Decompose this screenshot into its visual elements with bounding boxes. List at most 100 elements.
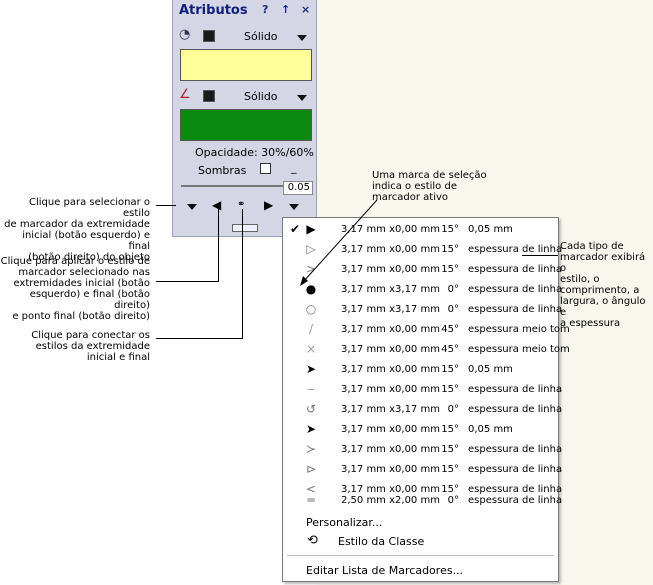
marker-thickness: 0,05 mm [468, 224, 513, 235]
marker-dimensions: 3,17 mm x0,00 mm [341, 344, 440, 355]
marker-item[interactable]: ➤ 3,17 mm x0,00 mm 15° 0,05 mm [283, 420, 558, 440]
pen-icon[interactable]: ∠ [179, 87, 191, 102]
line-color-swatch[interactable] [180, 109, 312, 141]
marker-angle: 45° [441, 324, 459, 335]
marker-angle: 0° [447, 404, 459, 415]
marker-thickness: 0,05 mm [468, 424, 513, 435]
marker-thickness: espessura de linha [468, 284, 563, 295]
marker-preview-icon: ≻ [305, 442, 317, 456]
callout-select-marker: Clique para selecionar o estilo de marca… [4, 197, 150, 263]
marker-thickness: espessura meio tom [468, 324, 570, 335]
marker-preview-icon: ○ [305, 302, 317, 316]
end-marker-right-arrow-icon[interactable]: ▶ [264, 198, 273, 212]
shadows-label: Sombras [198, 164, 247, 177]
edit-marker-list-menu-item[interactable]: Editar Lista de Marcadores... [306, 564, 463, 577]
leader-line [156, 205, 176, 206]
line-row: ∠ Sólido [173, 86, 316, 106]
line-style-label: Sólido [244, 90, 278, 103]
class-style-icon: ⟲ [307, 533, 318, 548]
marker-item[interactable]: ○ 3,17 mm x3,17 mm 0° espessura de linha [283, 300, 562, 320]
fill-color-chip[interactable] [203, 30, 215, 42]
marker-angle: 0° [447, 304, 459, 315]
fill-style-dropdown-icon[interactable] [297, 35, 307, 41]
marker-thickness: espessura meio tom [468, 344, 570, 355]
leader-line [242, 209, 243, 339]
fill-row: ◔ Sólido [173, 26, 316, 46]
class-style-menu-item[interactable]: Estilo da Classe [338, 535, 424, 548]
customize-menu-item[interactable]: Personalizar... [306, 516, 382, 529]
start-marker-left-arrow-icon[interactable]: ◀ [212, 198, 221, 212]
marker-thickness: espessura de linha [468, 384, 563, 395]
help-button[interactable]: ? [262, 3, 268, 16]
marker-item[interactable]: ═ 2,50 mm x2,00 mm 0° espessura de linha [283, 491, 562, 511]
menu-separator [287, 555, 554, 556]
marker-preview-icon: ⊳ [305, 462, 317, 476]
marker-preview-icon: ➤ [305, 422, 317, 436]
marker-angle: 0° [447, 284, 459, 295]
marker-dimensions: 3,17 mm x0,00 mm [341, 444, 440, 455]
marker-preview-icon: ═ [307, 493, 315, 507]
marker-angle: 15° [441, 244, 459, 255]
collapse-tab[interactable] [232, 224, 258, 232]
marker-dimensions: 3,17 mm x0,00 mm [341, 364, 440, 375]
marker-dimensions: 3,17 mm x3,17 mm [341, 304, 440, 315]
marker-thickness: espessura de linha [468, 304, 563, 315]
marker-thickness: espessura de linha [468, 244, 563, 255]
palette-title: Atributos [179, 3, 248, 18]
marker-item[interactable]: ➤ 3,17 mm x0,00 mm 15° 0,05 mm [283, 360, 558, 380]
marker-angle: 15° [441, 424, 459, 435]
marker-angle: 15° [441, 444, 459, 455]
marker-preview-icon: × [305, 342, 317, 356]
marker-angle: 15° [441, 224, 459, 235]
shadows-options-button[interactable]: _ [291, 161, 297, 174]
leader-line [522, 255, 558, 256]
line-thickness-value[interactable]: 0.05 [283, 181, 313, 195]
marker-angle: 45° [441, 344, 459, 355]
marker-thickness: espessura de linha [468, 404, 563, 415]
marker-thickness: 0,05 mm [468, 364, 513, 375]
marker-item[interactable]: ↺ 3,17 mm x3,17 mm 0° espessura de linha [283, 400, 562, 420]
start-marker-dropdown-icon[interactable] [187, 204, 197, 210]
marker-angle: 15° [441, 384, 459, 395]
pin-button[interactable]: ↑ [281, 3, 290, 16]
shadows-checkbox[interactable] [260, 163, 271, 174]
marker-angle: 15° [441, 364, 459, 375]
close-button[interactable]: × [301, 3, 310, 16]
leader-line [218, 209, 219, 282]
marker-dimensions: 3,17 mm x3,17 mm [341, 404, 440, 415]
marker-angle: 15° [441, 264, 459, 275]
marker-dimensions: 2,50 mm x2,00 mm [341, 495, 440, 506]
marker-preview-icon: ‒ [307, 382, 315, 396]
opacity-label[interactable]: Opacidade: 30%/60% [195, 146, 314, 159]
fill-color-swatch[interactable] [180, 49, 312, 81]
marker-dimensions: 3,17 mm x0,00 mm [341, 464, 440, 475]
marker-thickness: espessura de linha [468, 264, 563, 275]
marker-dimensions: 3,17 mm x0,00 mm [341, 384, 440, 395]
marker-item[interactable]: ≻ 3,17 mm x0,00 mm 15° espessura de linh… [283, 440, 562, 460]
marker-item[interactable]: × 3,17 mm x0,00 mm 45° espessura meio to… [283, 340, 570, 360]
marker-preview-icon: / [308, 322, 314, 336]
line-color-chip[interactable] [203, 90, 215, 102]
fill-style-label: Sólido [244, 30, 278, 43]
callout-selection-mark: Uma marca de seleção indica o estilo de … [372, 170, 487, 203]
fill-bucket-icon[interactable]: ◔ [179, 27, 190, 42]
leader-line [156, 338, 242, 339]
marker-dimensions: 3,17 mm x0,00 mm [341, 424, 440, 435]
marker-thickness: espessura de linha [468, 444, 563, 455]
marker-dimensions: 3,17 mm x0,00 mm [341, 324, 440, 335]
marker-preview-icon: ↺ [305, 402, 317, 416]
marker-angle: 0° [447, 495, 459, 506]
leader-line [156, 281, 218, 282]
marker-thickness: espessura de linha [468, 495, 563, 506]
marker-preview-icon: ➤ [305, 362, 317, 376]
callout-connect-styles: Clique para conectar os estilos da extre… [31, 330, 150, 363]
line-style-dropdown-icon[interactable] [297, 95, 307, 101]
palette-titlebar: Atributos ? ↑ × [173, 0, 316, 22]
callout-apply-marker: Clique para aplicar o estilo de marcador… [0, 256, 150, 322]
line-thickness-slider[interactable] [181, 185, 285, 187]
marker-item[interactable]: ⊳ 3,17 mm x0,00 mm 15° espessura de linh… [283, 460, 562, 480]
marker-item[interactable]: / 3,17 mm x0,00 mm 45° espessura meio to… [283, 320, 570, 340]
marker-thickness: espessura de linha [468, 464, 563, 475]
marker-item[interactable]: ‒ 3,17 mm x0,00 mm 15° espessura de linh… [283, 380, 562, 400]
leader-arrow [300, 199, 378, 286]
